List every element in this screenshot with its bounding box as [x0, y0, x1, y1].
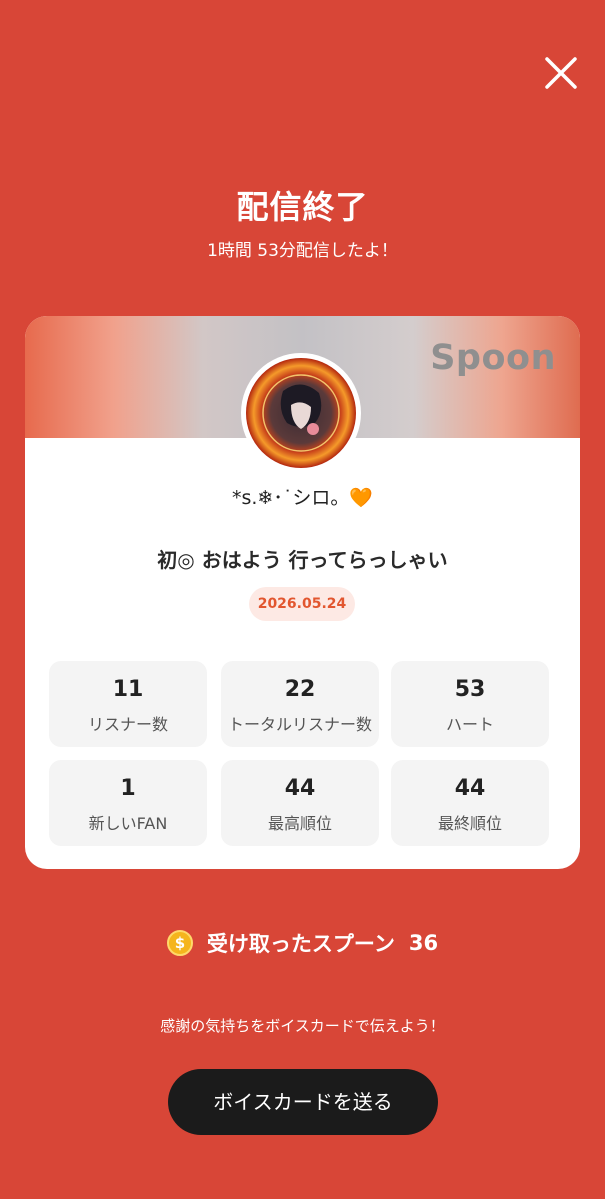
stat-highest-rank: 44 最高順位 — [221, 760, 379, 846]
stat-label: 最高順位 — [267, 814, 332, 833]
received-spoons: $ 受け取ったスプーン 36 — [0, 928, 605, 958]
avatar-image — [242, 354, 360, 472]
avatar — [241, 353, 361, 473]
stat-listeners: 11 リスナー数 — [49, 661, 207, 747]
stat-value: 11 — [112, 677, 144, 702]
close-button[interactable] — [538, 50, 584, 96]
stat-label: リスナー数 — [87, 715, 168, 734]
stat-value: 44 — [284, 776, 316, 801]
username: *s.❄︎･˙シロ。🧡 — [231, 487, 374, 509]
stat-final-rank: 44 最終順位 — [391, 760, 549, 846]
voice-card-prompt: 感謝の気持ちをボイスカードで伝えよう！ — [160, 1017, 445, 1035]
stat-value: 22 — [284, 677, 316, 702]
stat-value: 1 — [120, 776, 136, 801]
coin-icon: $ — [166, 930, 193, 956]
stat-label: 最終順位 — [437, 814, 502, 833]
stat-new-fans: 1 新しいFAN — [49, 760, 207, 846]
stat-label: 新しいFAN — [88, 814, 168, 833]
broadcast-title: 初◎ おはよう 行ってらっしゃい — [157, 548, 448, 572]
broadcast-duration: 1時間 53分配信したよ！ — [207, 241, 398, 261]
page-title: 配信終了 — [236, 188, 369, 226]
stat-total-listeners: 22 トータルリスナー数 — [221, 661, 379, 747]
close-icon — [545, 57, 577, 89]
received-spoons-label: 受け取ったスプーン — [206, 932, 395, 956]
stat-value: 53 — [454, 677, 486, 702]
stat-value: 44 — [454, 776, 486, 801]
send-voice-card-button[interactable]: ボイスカードを送る — [168, 1069, 438, 1135]
stat-hearts: 53 ハート — [391, 661, 549, 747]
stat-label: ハート — [445, 715, 494, 734]
stat-label: トータルリスナー数 — [227, 715, 372, 734]
date-badge: 2026.05.24 — [249, 587, 355, 621]
received-spoons-count: 36 — [408, 931, 439, 955]
broadcast-summary-card: Spoon *s.❄︎･˙シロ。🧡 初◎ おはよう 行ってらっしゃい 2026.… — [25, 316, 580, 869]
brand-logo: Spoon — [430, 338, 556, 378]
